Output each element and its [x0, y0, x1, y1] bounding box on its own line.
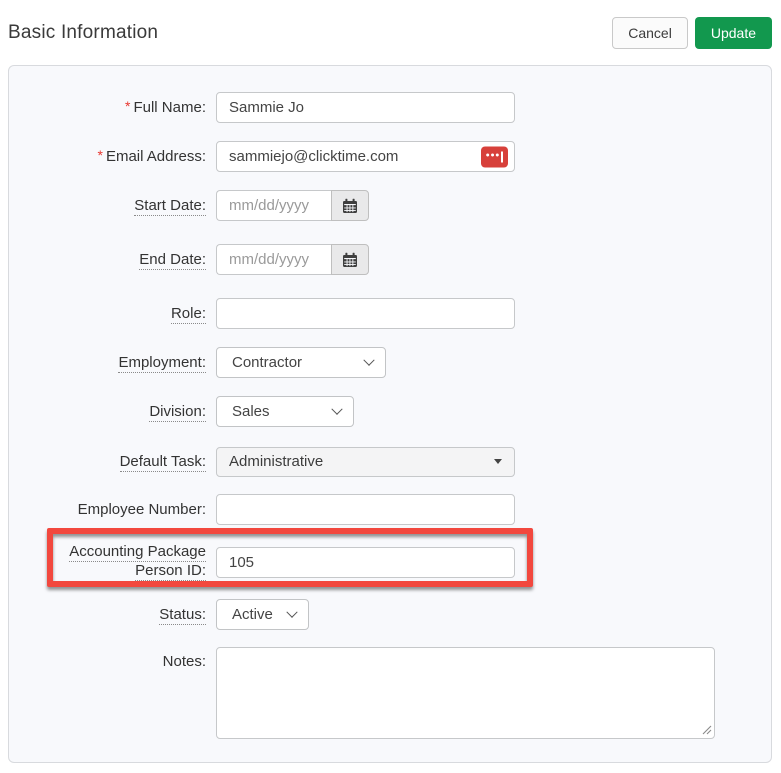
default-task-dropdown[interactable]: Administrative: [216, 446, 515, 477]
accounting-package-person-id-input[interactable]: [216, 546, 515, 578]
status-row: Status: Active: [9, 599, 771, 630]
notes-label-col: Notes:: [9, 647, 206, 670]
required-asterisk: *: [125, 98, 131, 114]
end-date-row: End Date:: [9, 244, 771, 275]
email-label: Email Address:: [105, 148, 206, 165]
employment-label: Employment:: [118, 354, 206, 373]
full-name-row: * Full Name:: [9, 92, 771, 123]
employment-label-col: Employment:: [9, 354, 206, 373]
full-name-label-col: * Full Name:: [9, 98, 206, 116]
role-label-col: Role:: [9, 305, 206, 324]
division-select-value: Sales: [232, 403, 270, 420]
end-date-group: [216, 244, 369, 275]
end-date-label: End Date:: [139, 251, 206, 270]
cancel-button[interactable]: Cancel: [612, 17, 688, 49]
accounting-package-label-line1: Accounting Package: [69, 543, 206, 562]
accounting-package-label-col: Accounting Package Person ID:: [9, 543, 206, 581]
end-date-input[interactable]: [216, 244, 331, 275]
employment-select[interactable]: Contractor: [216, 347, 386, 378]
status-select[interactable]: Active: [216, 599, 309, 630]
end-date-label-col: End Date:: [9, 251, 206, 270]
end-date-calendar-button[interactable]: [331, 244, 369, 275]
start-date-calendar-button[interactable]: [331, 190, 369, 221]
page-title: Basic Information: [8, 22, 159, 43]
full-name-label: Full Name:: [133, 99, 206, 116]
employee-number-input[interactable]: [216, 494, 515, 525]
default-task-row: Default Task: Administrative: [9, 446, 771, 477]
full-name-input[interactable]: [216, 92, 515, 123]
page-header: Basic Information Cancel Update: [8, 14, 772, 52]
email-label-col: * Email Address:: [9, 147, 207, 165]
resize-handle-icon[interactable]: [702, 725, 712, 735]
employment-row: Employment: Contractor: [9, 347, 771, 378]
chevron-down-icon: [363, 354, 375, 366]
division-select[interactable]: Sales: [216, 396, 354, 427]
division-label: Division:: [149, 403, 206, 422]
password-manager-bar: [501, 151, 504, 162]
calendar-icon: [343, 252, 357, 267]
employment-select-value: Contractor: [232, 354, 303, 371]
update-button[interactable]: Update: [694, 17, 772, 49]
start-date-label-col: Start Date:: [9, 197, 206, 216]
email-row: *Email Address: •••: [9, 141, 771, 172]
chevron-down-icon: [331, 403, 343, 415]
status-label-col: Status:: [9, 606, 206, 625]
caret-down-icon: [494, 459, 502, 464]
employee-number-row: Employee Number:: [9, 494, 771, 525]
basic-information-page: Basic Information Cancel Update * Full Na…: [0, 0, 781, 773]
default-task-label: Default Task:: [119, 453, 206, 472]
role-input[interactable]: [216, 298, 515, 329]
notes-label: Notes:: [162, 653, 206, 670]
notes-row: Notes:: [9, 647, 771, 739]
password-manager-icon[interactable]: •••: [481, 146, 508, 167]
division-row: Division: Sales: [9, 396, 771, 427]
status-label: Status:: [159, 606, 206, 625]
start-date-label: Start Date:: [134, 197, 206, 216]
notes-textarea[interactable]: [216, 647, 715, 739]
role-row: Role:: [9, 298, 771, 329]
role-label: Role:: [170, 305, 206, 324]
default-task-value: Administrative: [229, 453, 324, 470]
accounting-package-row: Accounting Package Person ID:: [9, 543, 771, 581]
employee-number-label-col: Employee Number:: [9, 501, 206, 518]
start-date-input[interactable]: [216, 190, 331, 221]
email-input[interactable]: [216, 141, 515, 172]
accounting-package-label-line2: Person ID:: [135, 562, 206, 581]
employee-number-label: Employee Number:: [77, 501, 206, 518]
header-actions: Cancel Update: [612, 17, 772, 49]
password-manager-dots: •••: [485, 149, 501, 161]
basic-information-panel: *Full Name: *Email Address: ••• Start D: [8, 65, 772, 763]
chevron-down-icon: [286, 606, 298, 618]
division-label-col: Division:: [9, 403, 206, 422]
start-date-row: Start Date:: [9, 190, 771, 221]
start-date-group: [216, 190, 369, 221]
status-select-value: Active: [232, 606, 273, 623]
calendar-icon: [343, 198, 357, 213]
required-asterisk: *: [97, 147, 103, 163]
default-task-label-col: Default Task:: [9, 453, 206, 472]
